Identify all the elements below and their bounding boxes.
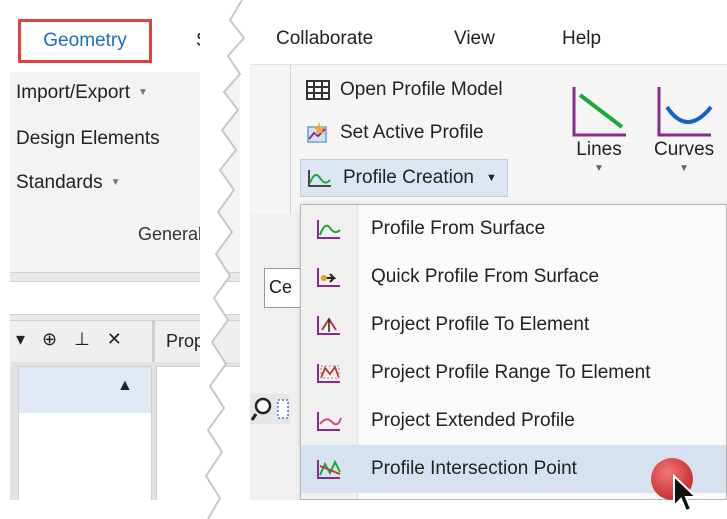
explorer-tree[interactable]: ▲ [18,366,152,500]
menu-bar-right: Collaborate View Help [250,10,727,64]
tab-view[interactable]: View [454,28,495,50]
chevron-down-icon: ▼ [138,87,148,98]
project-profile-range-icon [301,362,357,384]
menu-item-project-profile-to-element[interactable]: Project Profile To Element [301,301,726,349]
design-elements-button[interactable]: Design Elements [16,128,160,150]
curves-label: Curves [654,139,715,160]
chevron-up-icon[interactable]: ▲ [117,377,133,395]
curves-icon [657,87,713,137]
tab-geometry[interactable]: Geometry [18,19,152,63]
menu-item-label: Project Profile To Element [371,314,590,335]
set-active-profile-label: Set Active Profile [340,122,484,143]
tree-header: ▲ [19,367,151,413]
menu-item-label: Profile From Surface [371,218,546,239]
panel-controls[interactable]: ▾ ⊕ ⊥ ✕ [16,329,128,350]
menu-item-label: Quick Profile From Surface [371,266,600,287]
menu-item-project-extended-profile[interactable]: Project Extended Profile [301,397,726,445]
menu-item-quick-profile-from-surface[interactable]: Quick Profile From Surface [301,253,726,301]
right-panel: Collaborate View Help Open Profile Model… [250,10,727,500]
ribbon-divider [290,65,291,215]
project-profile-icon [301,314,357,336]
menu-item-label: Project Profile Range To Element [371,362,651,383]
menu-item-label: Profile Intersection Point [371,458,577,479]
chevron-down-icon: ▼ [485,172,497,184]
lines-icon [572,87,626,137]
chevron-down-icon: ▼ [110,177,121,188]
panel-separator [152,321,155,363]
tab-properties[interactable]: Prop [166,331,204,352]
project-extended-profile-icon [301,410,357,432]
menu-item-profile-from-surface[interactable]: Profile From Surface [301,205,726,253]
profile-creation-button[interactable]: Profile Creation ▼ [300,159,508,197]
torn-edge [200,0,246,519]
profile-from-surface-icon [301,218,357,240]
lines-label: Lines [576,139,622,160]
menu-item-project-profile-range-to-element[interactable]: Project Profile Range To Element [301,349,726,397]
set-active-profile-button[interactable]: Set Active Profile [306,121,484,145]
import-export-label: Import/Export [16,82,131,103]
standards-button[interactable]: Standards ▼ [16,172,121,194]
profile-creation-label: Profile Creation [343,167,474,188]
import-export-button[interactable]: Import/Export ▼ [16,82,148,104]
open-profile-model-label: Open Profile Model [340,79,503,100]
lines-button[interactable]: Lines ▼ [570,85,628,174]
open-profile-model-button[interactable]: Open Profile Model [306,79,503,101]
profile-creation-menu: Profile From Surface Quick Profile From … [300,204,727,500]
mouse-cursor-icon [672,473,700,519]
set-active-profile-icon [307,122,327,143]
menu-item-label: Project Extended Profile [371,410,575,431]
grid-icon [306,80,330,100]
ribbon-profile-group: Open Profile Model Set Active Profile Pr… [250,64,727,215]
profile-creation-icon [308,170,331,187]
group-label-general: General [138,224,203,244]
tab-help[interactable]: Help [562,28,601,50]
quick-profile-icon [301,266,357,288]
curves-button[interactable]: Curves ▼ [654,85,714,174]
design-elements-label: Design Elements [16,128,160,149]
chevron-down-icon: ▼ [594,163,604,174]
profile-intersection-point-icon [301,458,357,480]
chevron-down-icon: ▼ [679,163,690,174]
tab-center[interactable]: Ce [264,268,302,308]
tab-collaborate[interactable]: Collaborate [276,28,373,50]
standards-label: Standards [16,172,103,193]
